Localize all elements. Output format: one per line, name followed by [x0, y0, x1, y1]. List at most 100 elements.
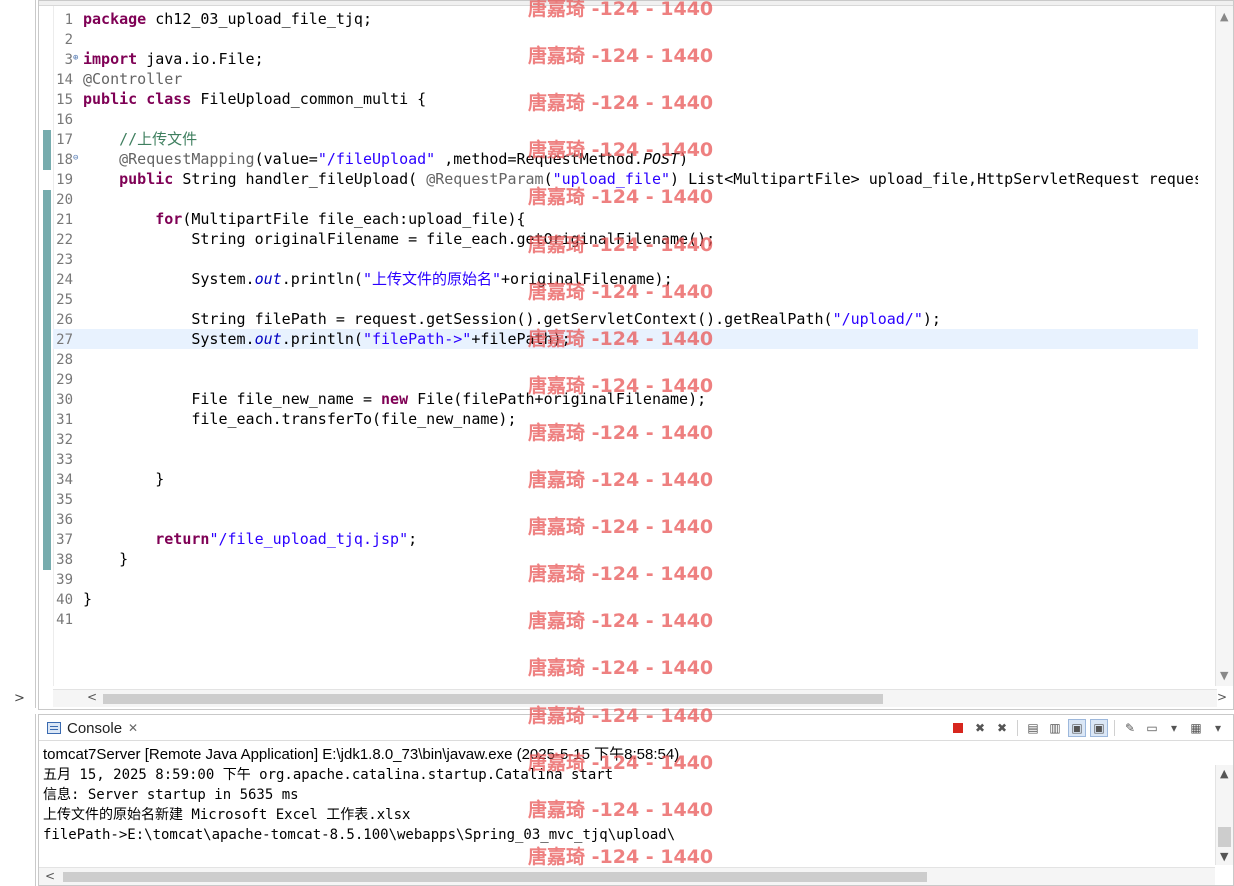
console-vertical-scrollbar[interactable]: ▲ ▼: [1215, 765, 1233, 865]
code-line[interactable]: 24 System.out.println("上传文件的原始名"+origina…: [53, 269, 1198, 289]
open-console-icon[interactable]: ▦: [1187, 719, 1205, 737]
code-line[interactable]: 35: [53, 489, 1198, 509]
left-panel-strip: [0, 714, 36, 886]
package-explorer-strip: >: [0, 0, 36, 708]
scroll-left-icon[interactable]: <: [45, 869, 55, 883]
code-line[interactable]: 15 public class FileUpload_common_multi {: [53, 89, 1198, 109]
fold-toggle-icon[interactable]: ⊕: [73, 49, 83, 67]
code-line[interactable]: 18⊖ @RequestMapping(value="/fileUpload" …: [53, 149, 1198, 169]
vertical-scroll-thumb[interactable]: [1218, 827, 1231, 847]
console-output[interactable]: 五月 15, 2025 8:59:00 下午 org.apache.catali…: [43, 765, 1203, 865]
code-text: package ch12_03_upload_file_tjq;: [83, 10, 372, 28]
line-number: 36: [56, 512, 73, 528]
code-line[interactable]: 33: [53, 449, 1198, 469]
clear-console-icon[interactable]: ▤: [1024, 719, 1042, 737]
horizontal-scroll-thumb[interactable]: [103, 694, 883, 704]
show-stdout-icon[interactable]: ▣: [1068, 719, 1086, 737]
scroll-left-icon[interactable]: <: [87, 690, 97, 704]
scroll-right-arrow-icon[interactable]: >: [14, 691, 25, 706]
code-line[interactable]: 22 String originalFilename = file_each.g…: [53, 229, 1198, 249]
scroll-right-icon[interactable]: >: [1217, 690, 1227, 704]
editor-tab-bar: [39, 1, 1233, 6]
display-console-icon[interactable]: ▭: [1143, 719, 1161, 737]
code-line[interactable]: 21 for(MultipartFile file_each:upload_fi…: [53, 209, 1198, 229]
scroll-down-icon[interactable]: ▼: [1220, 850, 1228, 863]
dropdown-icon[interactable]: ▾: [1165, 719, 1183, 737]
code-line[interactable]: 26 String filePath = request.getSession(…: [53, 309, 1198, 329]
code-line[interactable]: 34 }: [53, 469, 1198, 489]
code-text: @RequestMapping(value="/fileUpload" ,met…: [83, 150, 688, 168]
line-number: 40: [56, 592, 73, 608]
console-process-title: tomcat7Server [Remote Java Application] …: [43, 746, 680, 763]
line-number: 34: [56, 472, 73, 488]
line-number: 21: [56, 212, 73, 228]
code-line[interactable]: 40}: [53, 589, 1198, 609]
code-text: file_each.transferTo(file_new_name);: [83, 410, 516, 428]
code-line[interactable]: 31 file_each.transferTo(file_new_name);: [53, 409, 1198, 429]
code-text: String originalFilename = file_each.getO…: [83, 230, 715, 248]
editor-horizontal-scrollbar[interactable]: < >: [53, 689, 1227, 707]
code-line[interactable]: 27 System.out.println("filePath->"+fileP…: [53, 329, 1198, 349]
remove-all-icon[interactable]: ✖: [993, 719, 1011, 737]
show-stderr-icon[interactable]: ▣: [1090, 719, 1108, 737]
code-line[interactable]: 2: [53, 29, 1198, 49]
code-editor[interactable]: 1 package ch12_03_upload_file_tjq; 2 3⊕ impo…: [38, 0, 1234, 710]
terminate-icon[interactable]: [949, 719, 967, 737]
code-line[interactable]: 20: [53, 189, 1198, 209]
line-number: 38: [56, 552, 73, 568]
console-line: filePath->E:\tomcat\apache-tomcat-8.5.10…: [43, 827, 676, 843]
code-line[interactable]: 19 public String handler_fileUpload( @Re…: [53, 169, 1198, 189]
line-number: 18: [56, 152, 73, 168]
scroll-lock-icon[interactable]: ▥: [1046, 719, 1064, 737]
code-line[interactable]: 17 //上传文件: [53, 129, 1198, 149]
code-line[interactable]: 39: [53, 569, 1198, 589]
remove-launch-icon[interactable]: ✖: [971, 719, 989, 737]
pin-console-icon[interactable]: ✎: [1121, 719, 1139, 737]
code-token: }: [83, 590, 93, 608]
code-line[interactable]: 30 File file_new_name = new File(filePat…: [53, 389, 1198, 409]
close-icon[interactable]: ✕: [128, 721, 138, 735]
scroll-up-icon[interactable]: ▲: [1220, 10, 1228, 23]
code-token: .println(: [281, 330, 363, 348]
console-horizontal-scrollbar[interactable]: <: [39, 867, 1215, 885]
horizontal-scroll-thumb[interactable]: [63, 872, 927, 882]
code-area[interactable]: 1 package ch12_03_upload_file_tjq; 2 3⊕ impo…: [53, 9, 1198, 684]
code-text: public class FileUpload_common_multi {: [83, 90, 426, 108]
fold-toggle-icon[interactable]: ⊖: [73, 149, 83, 167]
toolbar-separator: [1017, 720, 1018, 736]
code-text: System.out.println("filePath->"+filePath…: [83, 330, 570, 348]
code-line[interactable]: 28: [53, 349, 1198, 369]
code-line[interactable]: 25: [53, 289, 1198, 309]
code-line[interactable]: 32: [53, 429, 1198, 449]
editor-gutter: [39, 6, 53, 686]
tab-console[interactable]: Console ✕: [41, 716, 144, 740]
code-line[interactable]: 41: [53, 609, 1198, 629]
console-icon: [47, 722, 61, 734]
scroll-up-icon[interactable]: ▲: [1220, 767, 1228, 780]
line-number: 32: [56, 432, 73, 448]
editor-vertical-scrollbar[interactable]: ▲ ▼: [1215, 6, 1233, 686]
code-line[interactable]: 36: [53, 509, 1198, 529]
code-line[interactable]: 38 }: [53, 549, 1198, 569]
code-token: +originalFilename);: [501, 270, 673, 288]
code-line[interactable]: 14 @Controller: [53, 69, 1198, 89]
line-number: 30: [56, 392, 73, 408]
code-token: "/file_upload_tjq.jsp": [209, 530, 409, 548]
code-text: }: [83, 550, 128, 568]
console-line: 上传文件的原始名新建 Microsoft Excel 工作表.xlsx: [43, 807, 411, 823]
code-token: File(filePath+originalFilename);: [408, 390, 707, 408]
scroll-down-icon[interactable]: ▼: [1220, 669, 1228, 682]
code-token: @Controller: [83, 70, 183, 88]
code-line[interactable]: 29: [53, 369, 1198, 389]
line-number: 1: [64, 12, 73, 28]
dropdown-icon[interactable]: ▾: [1209, 719, 1227, 737]
code-token: import: [83, 50, 138, 68]
code-text: return"/file_upload_tjq.jsp";: [83, 530, 417, 548]
code-line[interactable]: 1 package ch12_03_upload_file_tjq;: [53, 9, 1198, 29]
code-line[interactable]: 37 return"/file_upload_tjq.jsp";: [53, 529, 1198, 549]
code-line[interactable]: 3⊕ import java.io.File;: [53, 49, 1198, 69]
code-line[interactable]: 16: [53, 109, 1198, 129]
code-line[interactable]: 23: [53, 249, 1198, 269]
